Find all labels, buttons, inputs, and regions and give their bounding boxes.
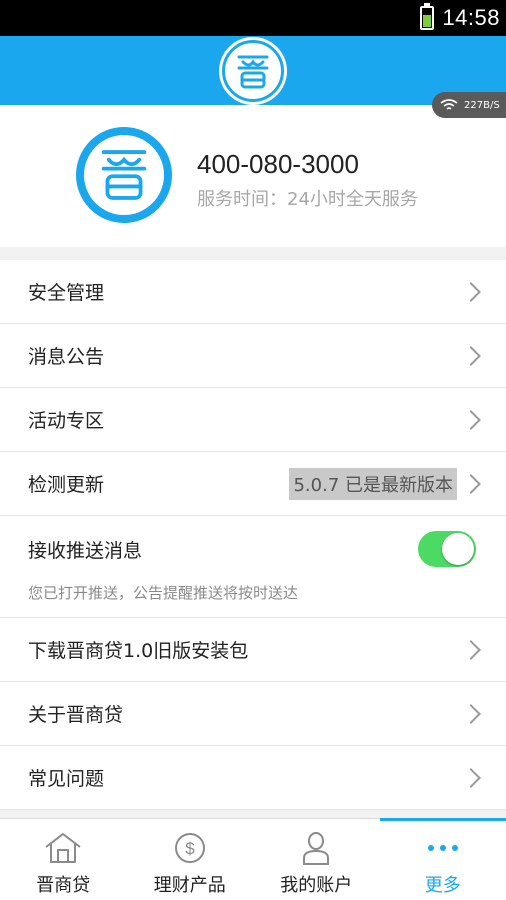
status-bar: 14:58 (0, 0, 506, 36)
menu-item-label: 关于晋商贷 (28, 704, 124, 726)
menu-item-label: 下载晋商贷1.0旧版安装包 (28, 640, 249, 662)
menu-item-faq[interactable]: 常见问题 (0, 746, 506, 810)
home-icon (43, 831, 83, 865)
status-clock: 14:58 (442, 5, 500, 30)
tab-home[interactable]: 晋商贷 (0, 819, 127, 900)
wifi-icon (440, 99, 458, 110)
tab-label: 晋商贷 (36, 875, 91, 896)
menu-item-about[interactable]: 关于晋商贷 (0, 682, 506, 746)
menu-item-check-update[interactable]: 检测更新 5.0.7 已是最新版本 (0, 452, 506, 516)
menu-item-label: 检测更新 (28, 474, 105, 496)
tab-label: 更多 (424, 875, 461, 896)
push-toggle[interactable] (418, 531, 476, 567)
toggle-knob (442, 533, 474, 565)
chevron-right-icon (461, 473, 481, 494)
chevron-right-icon (461, 703, 481, 724)
svg-text:$: $ (185, 839, 195, 858)
battery-icon (420, 3, 435, 30)
menu-item-label: 安全管理 (28, 282, 105, 304)
menu-item-label: 活动专区 (28, 410, 105, 432)
chevron-right-icon (461, 639, 481, 660)
brand-logo (76, 127, 172, 223)
hotline-phone[interactable]: 400-080-3000 (197, 149, 359, 180)
chevron-right-icon (461, 409, 481, 430)
menu-item-label: 消息公告 (28, 346, 105, 368)
tab-account[interactable]: 我的账户 (253, 819, 380, 900)
tab-products[interactable]: $ 理财产品 (127, 819, 254, 900)
tab-label: 理财产品 (153, 875, 226, 896)
chevron-right-icon (461, 345, 481, 366)
version-status-badge: 5.0.7 已是最新版本 (289, 467, 457, 500)
contact-card: 400-080-3000 服务时间：24小时全天服务 (0, 105, 506, 247)
screen: 14:58 227B/S 400-080-3000 服务时间：24小时全天服务 … (0, 0, 506, 900)
chevron-right-icon (461, 767, 481, 788)
push-hint: 您已打开推送，公告提醒推送将按时送达 (28, 584, 299, 602)
menu-item-label: 常见问题 (28, 768, 105, 790)
more-dots-icon (423, 831, 463, 865)
menu-item-events[interactable]: 活动专区 (0, 388, 506, 452)
menu-item-push-notifications: 接收推送消息 您已打开推送，公告提醒推送将按时送达 (0, 516, 506, 618)
menu-item-notices[interactable]: 消息公告 (0, 324, 506, 388)
bottom-tab-bar: 晋商贷 $ 理财产品 我的账户 更多 (0, 818, 506, 900)
service-time: 服务时间：24小时全天服务 (197, 189, 418, 210)
menu-item-security[interactable]: 安全管理 (0, 260, 506, 324)
app-header (0, 36, 506, 105)
push-label: 接收推送消息 (28, 540, 143, 562)
chevron-right-icon (461, 281, 481, 302)
settings-menu: 安全管理 消息公告 活动专区 检测更新 5.0.7 已是最新版本 接收推送消息 … (0, 260, 506, 810)
tab-more[interactable]: 更多 (379, 818, 506, 900)
user-icon (296, 831, 336, 865)
tab-label: 我的账户 (280, 875, 353, 896)
dollar-icon: $ (170, 831, 210, 865)
network-speed-indicator: 227B/S (432, 92, 506, 118)
jin-logo-icon (222, 39, 284, 102)
menu-item-download-old-version[interactable]: 下载晋商贷1.0旧版安装包 (0, 618, 506, 682)
network-speed-text: 227B/S (464, 99, 500, 111)
